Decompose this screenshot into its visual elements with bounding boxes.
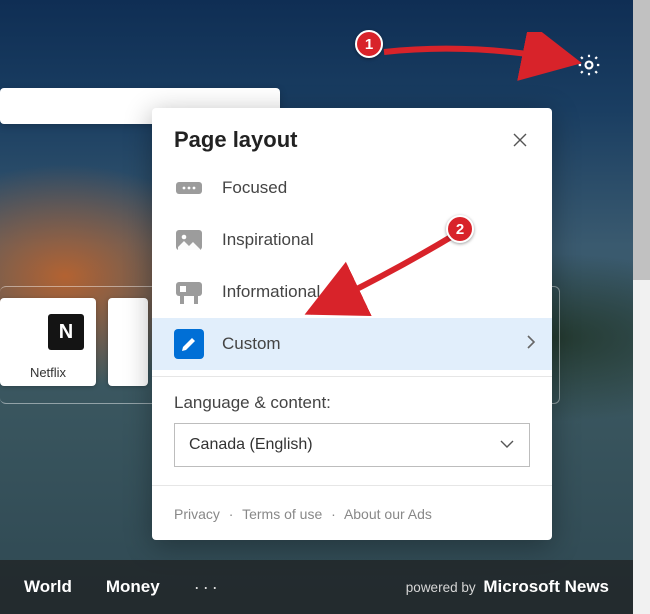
focused-icon [174,173,204,203]
powered-by-label: powered by Microsoft News [406,577,609,597]
option-label: Informational [222,282,320,302]
quick-link-tile[interactable] [108,298,148,386]
separator-dot: · [229,506,234,522]
privacy-link[interactable]: Privacy [174,506,220,522]
annotation-callout-1: 1 [355,30,383,58]
powered-prefix: powered by [406,580,476,595]
close-icon [513,133,527,147]
option-label: Custom [222,334,281,354]
language-section: Language & content: Canada (English) [152,383,552,467]
close-button[interactable] [506,126,534,154]
chevron-right-icon [526,334,536,355]
option-label: Inspirational [222,230,314,250]
layout-option-focused[interactable]: Focused [152,162,552,214]
language-value: Canada (English) [189,436,313,454]
flyout-footer: Privacy · Terms of use · About our Ads [152,492,552,528]
custom-icon [174,329,204,359]
settings-button[interactable] [572,48,606,82]
tile-label: Netflix [0,365,96,380]
layout-option-custom[interactable]: Custom [152,318,552,370]
netflix-icon: N [48,314,84,350]
language-select[interactable]: Canada (English) [174,423,530,467]
language-label: Language & content: [174,393,530,413]
scrollbar-thumb[interactable] [633,0,650,280]
annotation-callout-2: 2 [446,215,474,243]
chevron-down-icon [499,436,515,454]
informational-icon [174,277,204,307]
flyout-header: Page layout [152,108,552,162]
ads-link[interactable]: About our Ads [344,506,432,522]
quick-link-tile-netflix[interactable]: N Netflix [0,298,96,386]
powered-brand: Microsoft News [483,577,609,596]
gear-icon [576,52,602,78]
flyout-title: Page layout [174,127,297,153]
divider [152,376,552,377]
layout-option-inspirational[interactable]: Inspirational [152,214,552,266]
terms-link[interactable]: Terms of use [242,506,322,522]
inspirational-icon [174,225,204,255]
vertical-scrollbar[interactable] [633,0,650,614]
option-label: Focused [222,178,287,198]
nav-money[interactable]: Money [106,577,160,597]
page-layout-flyout: Page layout Focused Inspirational Inform… [152,108,552,540]
separator-dot: · [331,506,336,522]
layout-option-informational[interactable]: Informational [152,266,552,318]
nav-world[interactable]: World [24,577,72,597]
news-navbar: World Money ··· powered by Microsoft New… [0,560,633,614]
divider [152,485,552,486]
nav-more[interactable]: ··· [194,577,221,598]
